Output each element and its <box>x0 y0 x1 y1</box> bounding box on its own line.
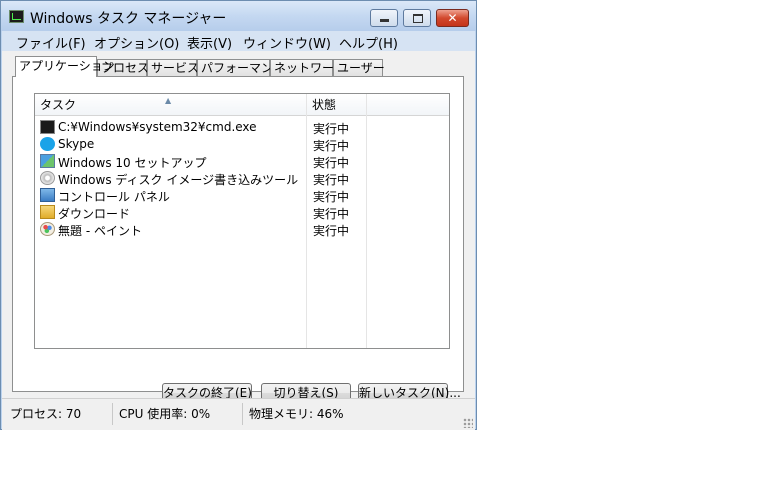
column-header-status[interactable]: 状態 <box>307 94 367 115</box>
task-name: Windows 10 セットアップ <box>58 156 207 170</box>
tab-services[interactable]: サービス <box>147 59 199 77</box>
list-item[interactable]: Skype 実行中 <box>38 136 448 153</box>
control-panel-icon <box>40 188 55 202</box>
window-title: Windows タスク マネージャー <box>30 11 227 27</box>
list-item[interactable]: Windows ディスク イメージ書き込みツール 実行中 <box>38 170 448 187</box>
list-item[interactable]: C:¥Windows¥system32¥cmd.exe 実行中 <box>38 119 448 136</box>
task-manager-window: Windows タスク マネージャー ✕ ファイル(F) オプション(O) 表示… <box>0 0 477 430</box>
column-header-task[interactable]: タスク ▲ <box>35 94 306 115</box>
cmd-icon <box>40 120 55 134</box>
menu-view[interactable]: 表示(V) <box>187 33 232 52</box>
minimize-icon <box>380 19 389 22</box>
maximize-button[interactable] <box>403 9 431 27</box>
tab-applications[interactable]: アプリケーション <box>15 56 115 77</box>
title-bar[interactable]: Windows タスク マネージャー ✕ <box>1 1 476 31</box>
status-processes: プロセス: 70 <box>10 407 82 421</box>
tab-users[interactable]: ユーザー <box>333 59 385 77</box>
task-name: 無題 - ペイント <box>58 224 142 238</box>
status-bar: プロセス: 70 CPU 使用率: 0% 物理メモリ: 46% <box>2 398 475 430</box>
task-name: Skype <box>58 137 95 151</box>
skype-icon <box>40 137 55 151</box>
close-button[interactable]: ✕ <box>436 9 469 27</box>
task-status: 実行中 <box>313 224 350 238</box>
task-status: 実行中 <box>313 122 350 136</box>
list-item[interactable]: 無題 - ペイント 実行中 <box>38 221 448 238</box>
list-item[interactable]: Windows 10 セットアップ 実行中 <box>38 153 448 170</box>
task-list[interactable]: タスク ▲ 状態 C:¥Windows¥system32¥cmd.exe 実行中… <box>34 93 450 349</box>
menu-options[interactable]: オプション(O) <box>94 33 179 52</box>
setup-icon <box>40 154 55 168</box>
tab-network[interactable]: ネットワーク <box>270 59 346 77</box>
task-status: 実行中 <box>313 139 350 153</box>
menu-bar: ファイル(F) オプション(O) 表示(V) ウィンドウ(W) ヘルプ(H) <box>2 31 475 52</box>
folder-download-icon <box>40 205 55 219</box>
close-icon: ✕ <box>447 11 458 25</box>
task-status: 実行中 <box>313 156 350 170</box>
sort-ascending-icon: ▲ <box>165 96 172 105</box>
minimize-button[interactable] <box>370 9 398 27</box>
tab-performance[interactable]: パフォーマンス <box>197 59 285 77</box>
task-name: C:¥Windows¥system32¥cmd.exe <box>58 120 257 134</box>
disc-icon <box>40 171 55 185</box>
resize-grip-icon[interactable] <box>463 418 473 428</box>
list-header: タスク ▲ 状態 <box>35 94 449 116</box>
task-manager-icon <box>9 10 24 23</box>
task-status: 実行中 <box>313 207 350 221</box>
menu-window[interactable]: ウィンドウ(W) <box>243 33 331 52</box>
applications-page: タスク ▲ 状態 C:¥Windows¥system32¥cmd.exe 実行中… <box>12 76 464 403</box>
list-item[interactable]: ダウンロード 実行中 <box>38 204 448 221</box>
task-name: コントロール パネル <box>58 190 170 204</box>
task-name: Windows ディスク イメージ書き込みツール <box>58 173 299 187</box>
menu-help[interactable]: ヘルプ(H) <box>339 33 398 52</box>
task-status: 実行中 <box>313 173 350 187</box>
status-cpu-usage: CPU 使用率: 0% <box>112 403 242 425</box>
status-memory: 物理メモリ: 46% <box>242 403 462 425</box>
paint-icon <box>40 222 55 236</box>
maximize-icon <box>413 14 423 23</box>
main-panel: アプリケーション プロセス サービス パフォーマンス ネットワーク ユーザー タ… <box>2 51 475 403</box>
list-item[interactable]: コントロール パネル 実行中 <box>38 187 448 204</box>
task-name: ダウンロード <box>58 207 131 221</box>
menu-file[interactable]: ファイル(F) <box>16 33 86 52</box>
task-status: 実行中 <box>313 190 350 204</box>
